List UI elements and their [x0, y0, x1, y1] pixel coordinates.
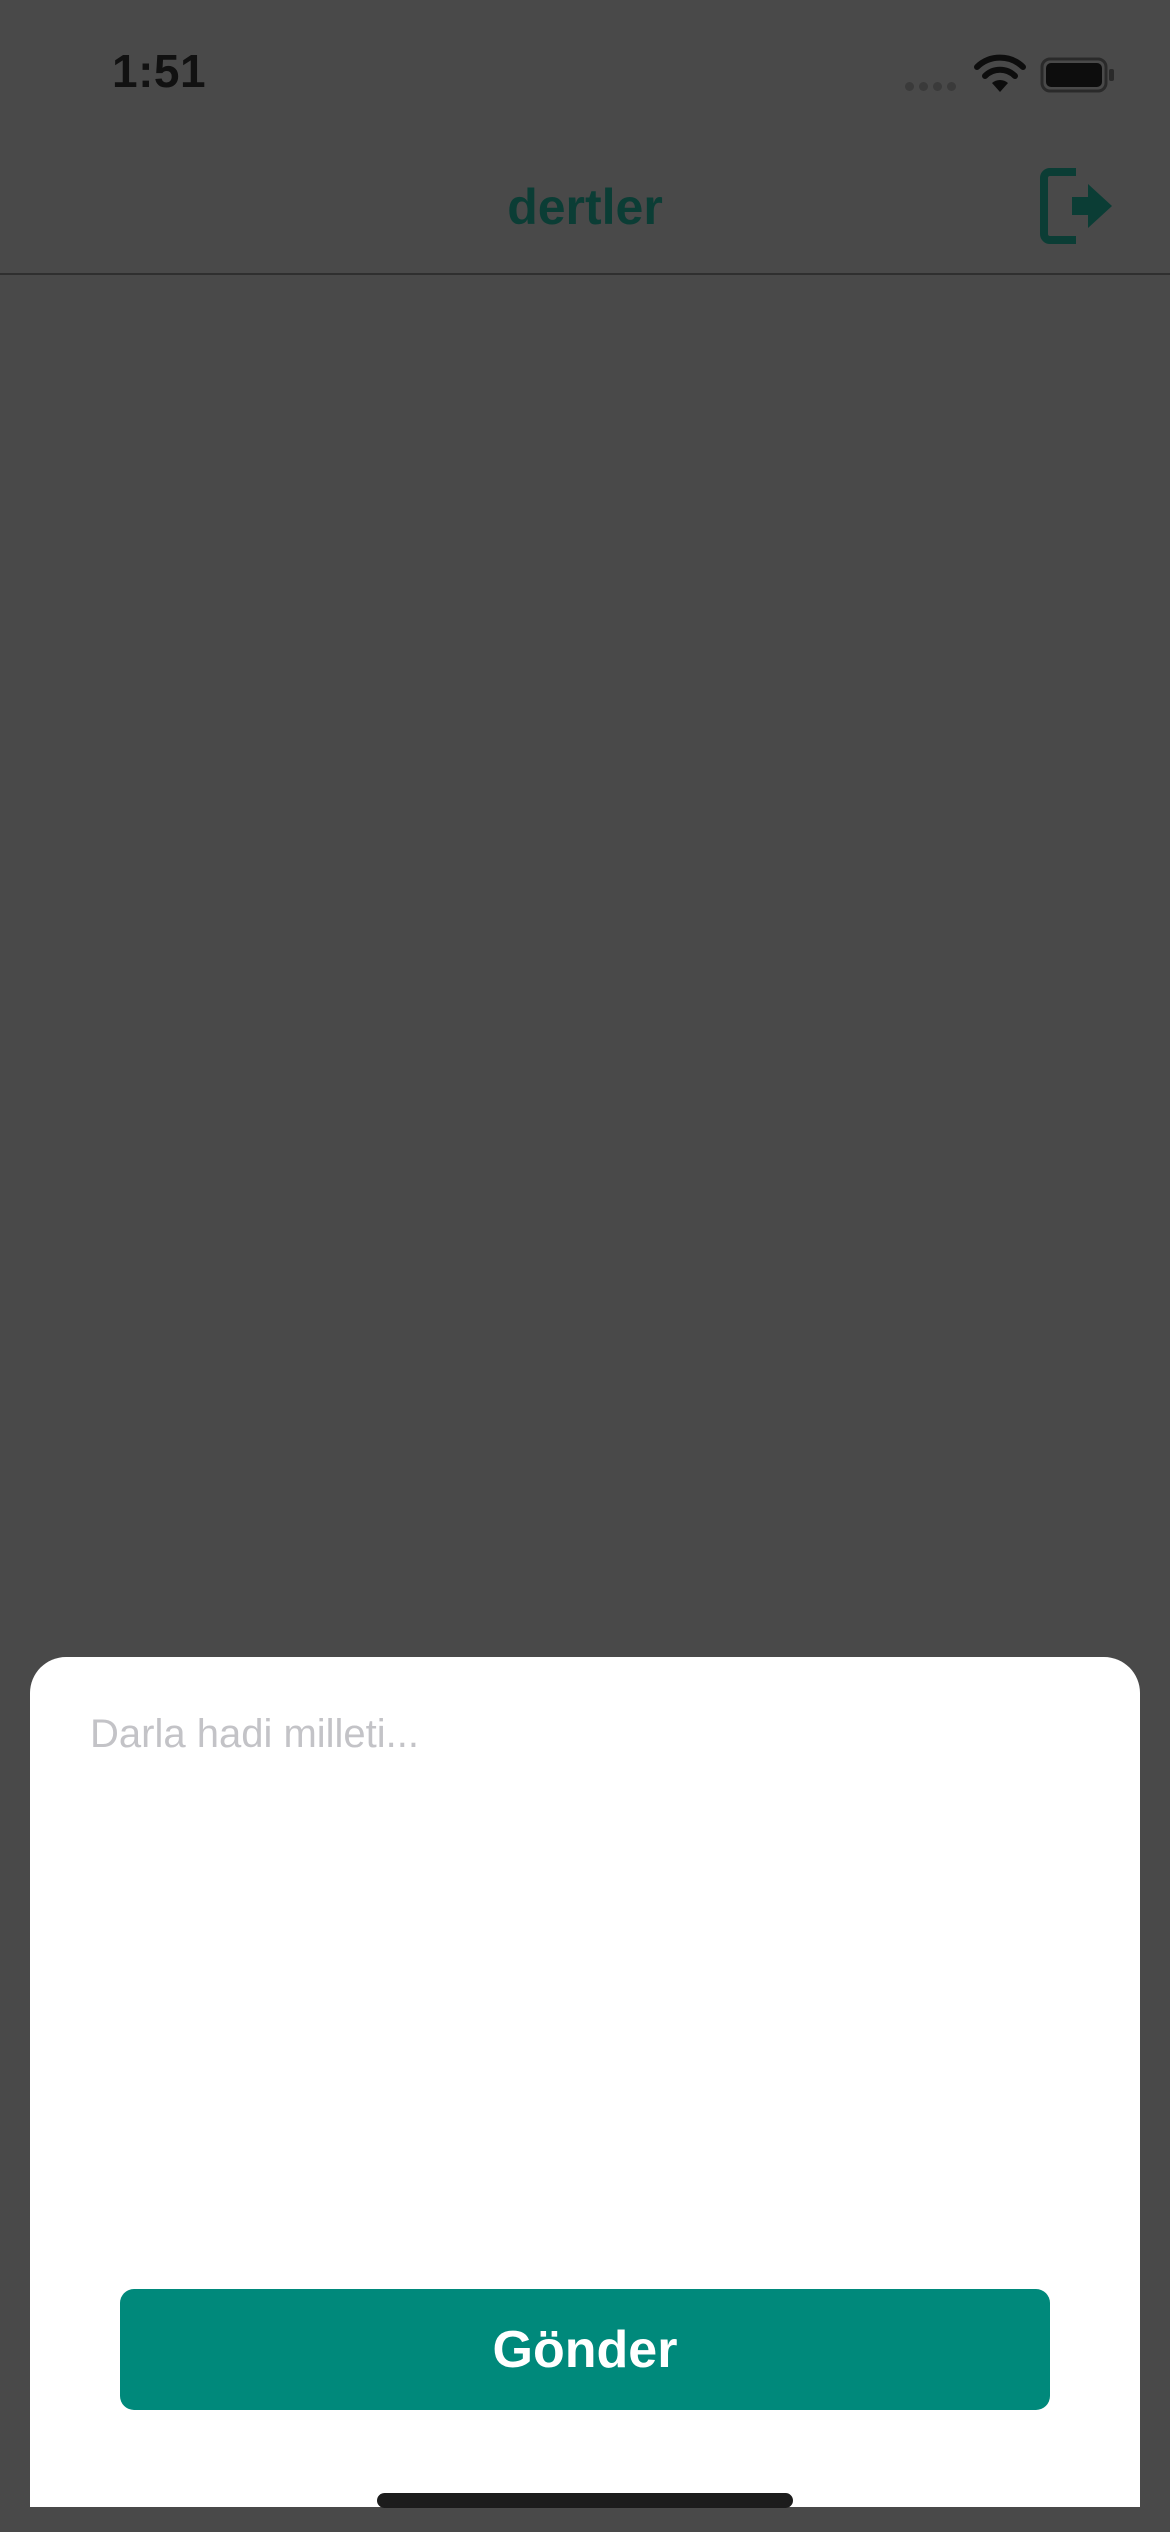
message-input[interactable]: [90, 1712, 1080, 2212]
signal-icon: [905, 82, 959, 92]
wifi-icon: [974, 54, 1026, 92]
battery-icon: [1040, 57, 1114, 93]
status-time: 1:51: [112, 45, 207, 97]
page-title: dertler: [507, 179, 663, 235]
send-button[interactable]: Gönder: [120, 2289, 1050, 2410]
compose-sheet: Gönder: [30, 1657, 1140, 2507]
home-indicator: [377, 2493, 793, 2508]
nav-bar: dertler: [0, 140, 1170, 275]
status-bar: 1:51: [0, 0, 1170, 140]
logout-icon[interactable]: [1038, 166, 1114, 246]
